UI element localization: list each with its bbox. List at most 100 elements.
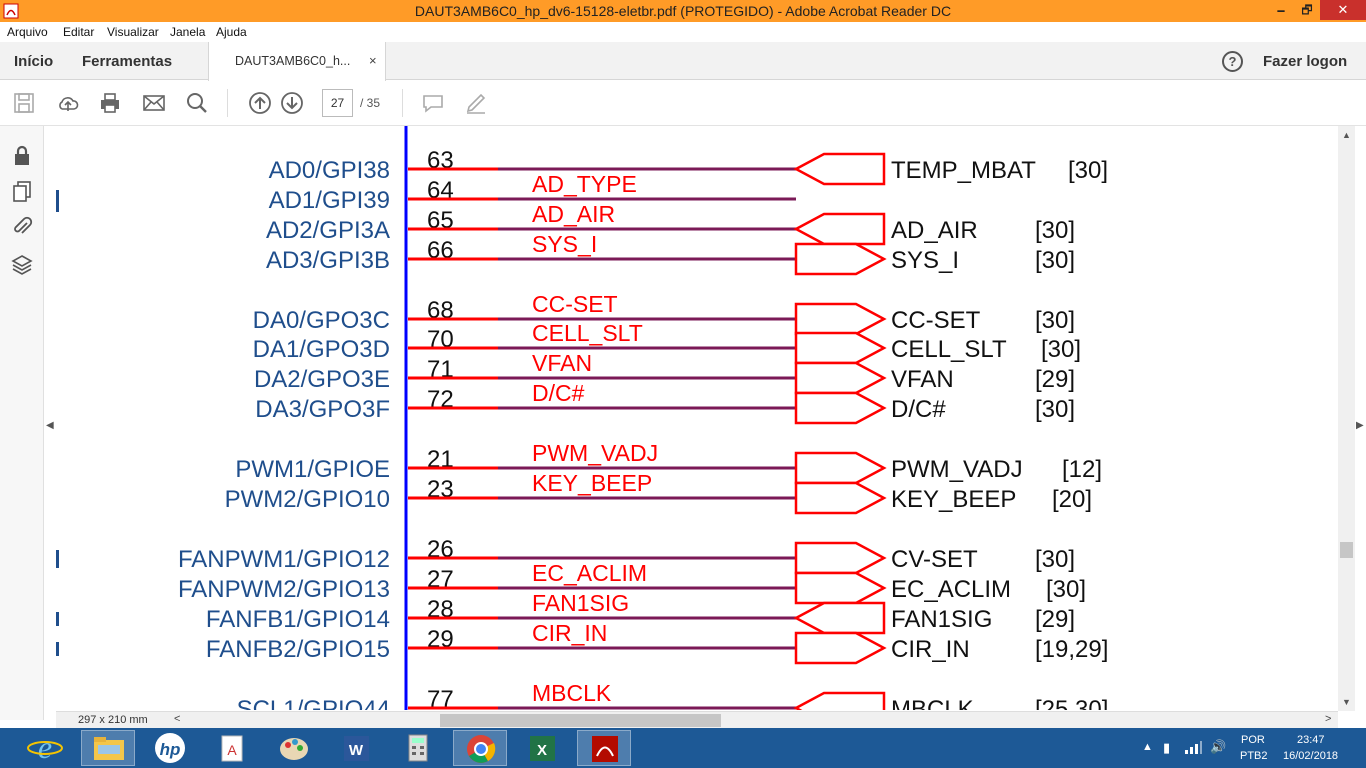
- pages-icon[interactable]: [11, 180, 33, 202]
- net-label: CIR_IN: [532, 620, 607, 646]
- output-connector: [794, 331, 887, 365]
- connector-target: CIR_IN: [891, 636, 970, 663]
- output-connector: [794, 571, 887, 605]
- toolbar: 27 / 35: [0, 81, 1366, 126]
- pin-name: FANPWM1/GPIO12: [178, 546, 390, 573]
- language-indicator[interactable]: POR: [1241, 734, 1265, 746]
- input-connector: [793, 152, 886, 186]
- search-icon[interactable]: [185, 91, 209, 115]
- comment-icon[interactable]: [421, 91, 445, 115]
- pin-name: SCL1/GPIO44: [237, 696, 390, 710]
- connector-target: MBCLK: [891, 696, 974, 710]
- close-button[interactable]: ✕: [1320, 0, 1366, 20]
- menu-janela[interactable]: Janela: [170, 25, 205, 39]
- connector-target: EC_ACLIM: [891, 576, 1011, 603]
- net-label: CC-SET: [532, 291, 618, 317]
- scroll-up-arrow[interactable]: ▲: [1342, 130, 1351, 140]
- page-total: / 35: [360, 96, 381, 110]
- status-bar: 297 x 210 mm < >: [56, 711, 1338, 728]
- minimize-button[interactable]: 🗕: [1268, 0, 1294, 20]
- show-hidden-icons[interactable]: ▲: [1142, 741, 1153, 753]
- net-label: VFAN: [532, 350, 592, 376]
- help-icon[interactable]: ?: [1222, 51, 1243, 72]
- connector-target: AD_AIR: [891, 217, 978, 244]
- email-icon[interactable]: [142, 91, 166, 115]
- net-label: EC_ACLIM: [532, 560, 647, 586]
- attachment-icon[interactable]: [11, 216, 33, 238]
- scroll-down-arrow[interactable]: ▼: [1342, 697, 1351, 707]
- horizontal-scroll-thumb[interactable]: [440, 714, 721, 727]
- cloud-upload-icon[interactable]: [56, 91, 80, 115]
- left-navigation-panel: [0, 126, 44, 720]
- battery-icon[interactable]: ▮: [1163, 740, 1170, 756]
- pin-name: AD2/GPI3A: [266, 217, 390, 244]
- previous-page-icon[interactable]: [248, 91, 272, 115]
- scroll-right-arrow[interactable]: >: [1325, 713, 1331, 725]
- close-tab-icon[interactable]: ×: [369, 53, 377, 68]
- output-connector: [794, 631, 887, 665]
- connector-target: VFAN: [891, 366, 954, 393]
- output-connector: [794, 451, 887, 485]
- clock-time[interactable]: 23:47: [1297, 734, 1325, 746]
- page-reference: [19,29]: [1035, 636, 1108, 663]
- menu-editar[interactable]: Editar: [63, 25, 94, 39]
- network-signal-icon[interactable]: [1184, 740, 1202, 754]
- file-explorer-icon[interactable]: [81, 730, 135, 766]
- cropped-text-mark: [56, 550, 59, 568]
- svg-text:e: e: [38, 730, 52, 765]
- windows-taskbar: e hp A W X ▲ ▮ 🔊 POR PTB2 23:47 16/02/20…: [0, 728, 1366, 768]
- connector-target: PWM_VADJ: [891, 456, 1023, 483]
- login-link[interactable]: Fazer logon: [1263, 53, 1347, 70]
- hp-icon[interactable]: hp: [143, 730, 197, 766]
- tab-document[interactable]: DAUT3AMB6C0_h... ×: [208, 42, 386, 81]
- scroll-left-arrow[interactable]: <: [174, 713, 180, 725]
- keyboard-layout[interactable]: PTB2: [1240, 750, 1268, 762]
- page-reference: [25,30]: [1035, 696, 1108, 710]
- acrobat-taskbar-icon[interactable]: [577, 730, 631, 766]
- layers-icon[interactable]: [11, 254, 33, 276]
- lock-icon[interactable]: [11, 144, 33, 166]
- toolbar-separator: [402, 89, 403, 117]
- vertical-scrollbar[interactable]: ▲ ▼: [1338, 126, 1355, 711]
- net-label: FAN1SIG: [532, 590, 629, 616]
- collapse-left-panel-arrow[interactable]: ◀: [46, 420, 54, 431]
- page-reference: [30]: [1035, 396, 1075, 423]
- vertical-scroll-thumb[interactable]: [1340, 542, 1353, 558]
- menu-ajuda[interactable]: Ajuda: [216, 25, 247, 39]
- internet-explorer-icon[interactable]: e: [18, 729, 72, 766]
- word-icon[interactable]: W: [329, 730, 383, 766]
- page-reference: [30]: [1035, 217, 1075, 244]
- menu-arquivo[interactable]: Arquivo: [7, 25, 48, 39]
- document-view[interactable]: AD0/GPI38 63 TEMP_MBAT [30] AD1/GPI39 64 AD_TY…: [56, 126, 1338, 710]
- connector-target: SYS_I: [891, 247, 959, 274]
- calculator-icon[interactable]: [391, 730, 445, 766]
- restore-button[interactable]: 🗗: [1294, 0, 1320, 20]
- expand-right-panel-arrow[interactable]: ▶: [1356, 420, 1364, 431]
- excel-icon[interactable]: X: [515, 730, 569, 766]
- tab-tools[interactable]: Ferramentas: [82, 53, 172, 70]
- page-number-input[interactable]: 27: [322, 89, 353, 117]
- next-page-icon[interactable]: [280, 91, 304, 115]
- volume-icon[interactable]: 🔊: [1210, 739, 1226, 755]
- page-reference: [20]: [1052, 486, 1092, 513]
- schematic-page: AD0/GPI38 63 TEMP_MBAT [30]AD1/GPI39 64 AD_TY…: [56, 126, 1108, 710]
- highlight-pen-icon[interactable]: [464, 91, 488, 115]
- pin-name: FANFB2/GPIO15: [206, 636, 390, 663]
- menu-visualizar[interactable]: Visualizar: [107, 25, 159, 39]
- chrome-icon[interactable]: [453, 730, 507, 766]
- page-reference: [29]: [1035, 606, 1075, 633]
- paint-icon[interactable]: [267, 730, 321, 766]
- net-label: D/C#: [532, 380, 585, 406]
- clock-date[interactable]: 16/02/2018: [1283, 750, 1338, 762]
- connector-target: KEY_BEEP: [891, 486, 1016, 513]
- save-icon[interactable]: [12, 91, 36, 115]
- connector-target: CV-SET: [891, 546, 978, 573]
- tab-home[interactable]: Início: [14, 53, 53, 70]
- reader-app-icon[interactable]: A: [205, 730, 259, 766]
- svg-text:W: W: [349, 742, 364, 759]
- acrobat-window: { "window": {"title": "DAUT3AMB6C0_hp_dv…: [0, 0, 1366, 768]
- page-reference: [12]: [1062, 456, 1102, 483]
- print-icon[interactable]: [98, 91, 122, 115]
- connector-target: D/C#: [891, 396, 946, 423]
- pin-name: DA2/GPO3E: [254, 366, 390, 393]
